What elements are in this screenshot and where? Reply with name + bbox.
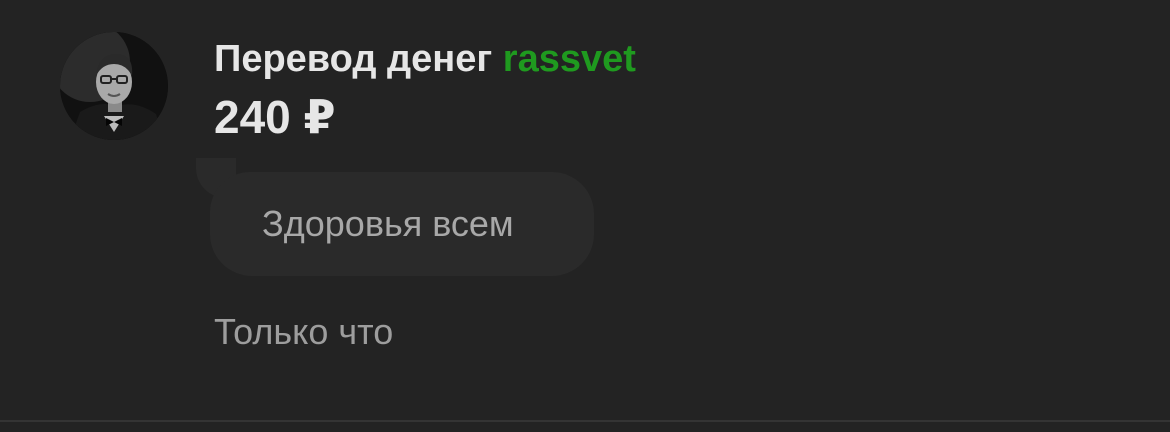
sender-name[interactable]: rassvet	[503, 38, 636, 80]
message-bubble[interactable]: Здоровья всем	[210, 172, 594, 276]
timestamp: Только что	[214, 311, 394, 352]
message-text: Здоровья всем	[262, 203, 514, 244]
transfer-amount: 240 ₽	[214, 91, 336, 143]
divider	[0, 420, 1170, 422]
transfer-title-prefix: Перевод денег	[214, 38, 493, 80]
sender-avatar[interactable]	[60, 32, 168, 140]
transfer-title: Перевод денег rassvet	[214, 36, 636, 82]
avatar-photo	[60, 32, 168, 140]
